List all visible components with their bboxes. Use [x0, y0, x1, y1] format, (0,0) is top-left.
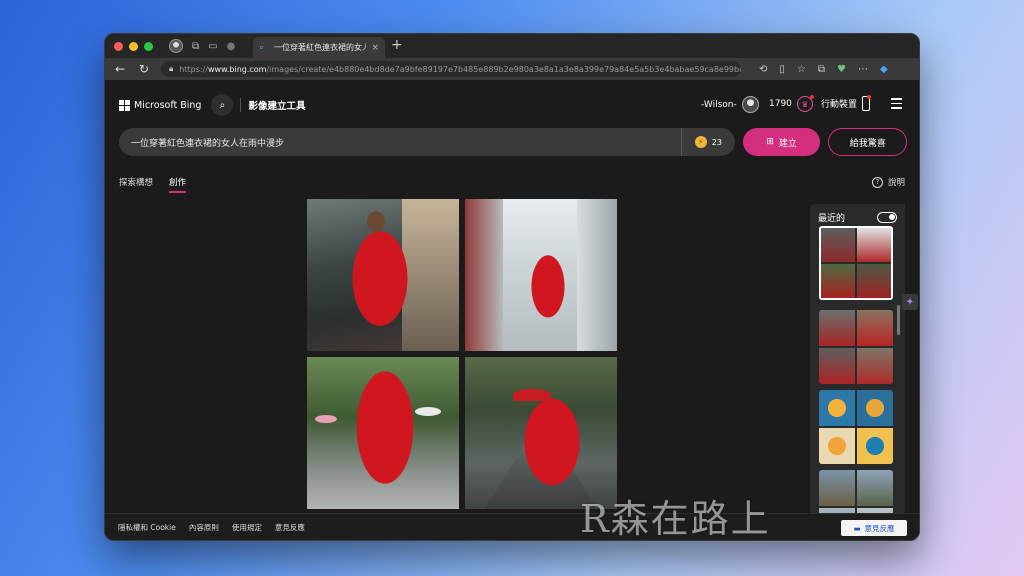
tab-strip-icons: ⧉ ▭ ● [169, 39, 235, 53]
tab-actions-icon[interactable]: ▭ [208, 41, 217, 52]
result-image-2[interactable] [465, 199, 617, 351]
recent-history-panel: 最近的 [810, 204, 905, 540]
extensions-icon[interactable]: ⟲ [759, 64, 767, 75]
help-label: 說明 [887, 178, 905, 188]
close-window-button[interactable] [114, 41, 123, 51]
mobile-link[interactable]: 行動裝置 [821, 95, 872, 111]
footer-feedback-link[interactable]: 意見反應 [275, 522, 305, 533]
lock-icon: 🔒︎ [169, 64, 174, 73]
surprise-me-button[interactable]: 給我驚喜 [828, 128, 907, 156]
history-title: 最近的 [818, 214, 846, 224]
mobile-label: 行動裝置 [821, 100, 858, 110]
points-value: 1790 [769, 99, 792, 109]
more-menu-icon[interactable]: ⋯ [858, 64, 868, 75]
split-screen-icon[interactable]: ▯ [779, 64, 785, 75]
tab-close-icon[interactable]: × [371, 43, 379, 53]
history-item-2[interactable] [819, 310, 893, 384]
footer-content-policy-link[interactable]: 內容原則 [189, 522, 219, 533]
create-image-icon: ⊞ [766, 137, 774, 147]
help-link[interactable]: ? 說明 [871, 176, 905, 188]
boost-count: 23 [711, 137, 722, 147]
page-tabs: 探索構想 創作 [119, 176, 187, 193]
tab-explore[interactable]: 探索構想 [119, 176, 153, 193]
prompt-input[interactable]: 一位穿著紅色連衣裙的女人在雨中漫步 ⚡ 23 [119, 128, 735, 156]
favorites-icon[interactable]: ☆ [797, 64, 806, 75]
bing-header: Microsoft Bing ⌕ 影像建立工具 -Wilson- 1790 ♛ … [105, 80, 919, 130]
footer-privacy-link[interactable]: 隱私權和 Cookie [118, 522, 176, 533]
boost-coin-icon: ⚡ [694, 136, 707, 148]
rewards-points[interactable]: 1790 ♛ [769, 95, 814, 112]
history-item-3[interactable] [819, 390, 893, 464]
browser-essentials-icon[interactable]: ♥ [837, 64, 846, 75]
result-image-1[interactable] [307, 199, 459, 351]
help-icon: ? [871, 176, 883, 188]
url-text: https://www.bing.com/images/create/e4b88… [179, 64, 741, 74]
prompt-text: 一位穿著紅色連衣裙的女人在雨中漫步 [131, 138, 285, 149]
watermark-text: R森在路上 [580, 497, 771, 541]
workspaces-icon[interactable]: ⧉ [192, 41, 199, 52]
profile-avatar-icon[interactable] [169, 39, 183, 53]
header-divider [240, 98, 242, 112]
back-arrow-icon[interactable]: ← [113, 62, 127, 76]
minimize-window-button[interactable] [129, 41, 138, 51]
create-button[interactable]: ⊞ 建立 [742, 128, 821, 156]
history-item-1[interactable] [819, 226, 893, 300]
page-content: Microsoft Bing ⌕ 影像建立工具 -Wilson- 1790 ♛ … [105, 80, 919, 540]
hamburger-menu-icon[interactable] [891, 98, 902, 112]
feedback-button[interactable]: ▬ 意見反應 [841, 520, 907, 536]
tab-strip: ⧉ ▭ ● ⌕ 一位穿著紅色連衣裙的女人在雨中 × + [105, 34, 919, 58]
user-avatar [741, 96, 759, 113]
feedback-chat-icon: ▬ [853, 523, 861, 533]
tab-create[interactable]: 創作 [169, 176, 187, 193]
result-image-3[interactable] [307, 357, 459, 509]
address-bar[interactable]: 🔒︎ https://www.bing.com/images/create/e4… [161, 61, 741, 77]
history-toggle[interactable] [877, 212, 897, 223]
history-scrollbar[interactable] [897, 305, 900, 335]
address-row: ← ↻ 🔒︎ https://www.bing.com/images/creat… [105, 58, 919, 80]
footer-terms-link[interactable]: 使用規定 [232, 522, 262, 533]
toolbar-icons: ⟲ ▯ ☆ ⧉ ♥ ⋯ ◆ [759, 64, 888, 75]
product-title[interactable]: 影像建立工具 [248, 98, 305, 112]
tab-active[interactable]: ⌕ 一位穿著紅色連衣裙的女人在雨中 × [253, 37, 385, 58]
search-icon[interactable]: ⌕ [211, 94, 234, 116]
microsoft-logo-icon[interactable] [119, 99, 130, 111]
copilot-sparkle-icon[interactable]: ✦ [902, 294, 918, 310]
prompt-row: 一位穿著紅色連衣裙的女人在雨中漫步 ⚡ 23 ⊞ 建立 給我驚喜 [119, 128, 907, 156]
maximize-window-button[interactable] [144, 41, 153, 51]
refresh-icon[interactable]: ↻ [137, 62, 151, 76]
phone-icon [862, 95, 872, 111]
result-image-4[interactable] [465, 357, 617, 509]
bing-search-favicon-icon: ⌕ [259, 42, 265, 53]
rewards-trophy-icon: ♛ [796, 95, 814, 112]
boost-counter[interactable]: ⚡ 23 [680, 128, 735, 156]
window-controls [114, 41, 153, 51]
tab-title: 一位穿著紅色連衣裙的女人在雨中 [274, 43, 366, 52]
feedback-button-label: 意見反應 [864, 523, 895, 533]
copilot-icon[interactable]: ◆ [880, 64, 888, 75]
user-profile[interactable]: -Wilson- [701, 96, 759, 113]
create-label: 建立 [778, 138, 797, 149]
brand-label[interactable]: Microsoft Bing [134, 100, 201, 111]
pinned-tab-icon[interactable]: ● [227, 41, 236, 52]
collections-icon[interactable]: ⧉ [818, 64, 825, 75]
new-tab-button[interactable]: + [391, 37, 403, 53]
browser-window: ⧉ ▭ ● ⌕ 一位穿著紅色連衣裙的女人在雨中 × + ← ↻ 🔒︎ https… [104, 33, 920, 541]
page-footer: 隱私權和 Cookie 內容原則 使用規定 意見反應 ▬ 意見反應 [105, 513, 919, 540]
user-name: -Wilson- [701, 99, 737, 110]
